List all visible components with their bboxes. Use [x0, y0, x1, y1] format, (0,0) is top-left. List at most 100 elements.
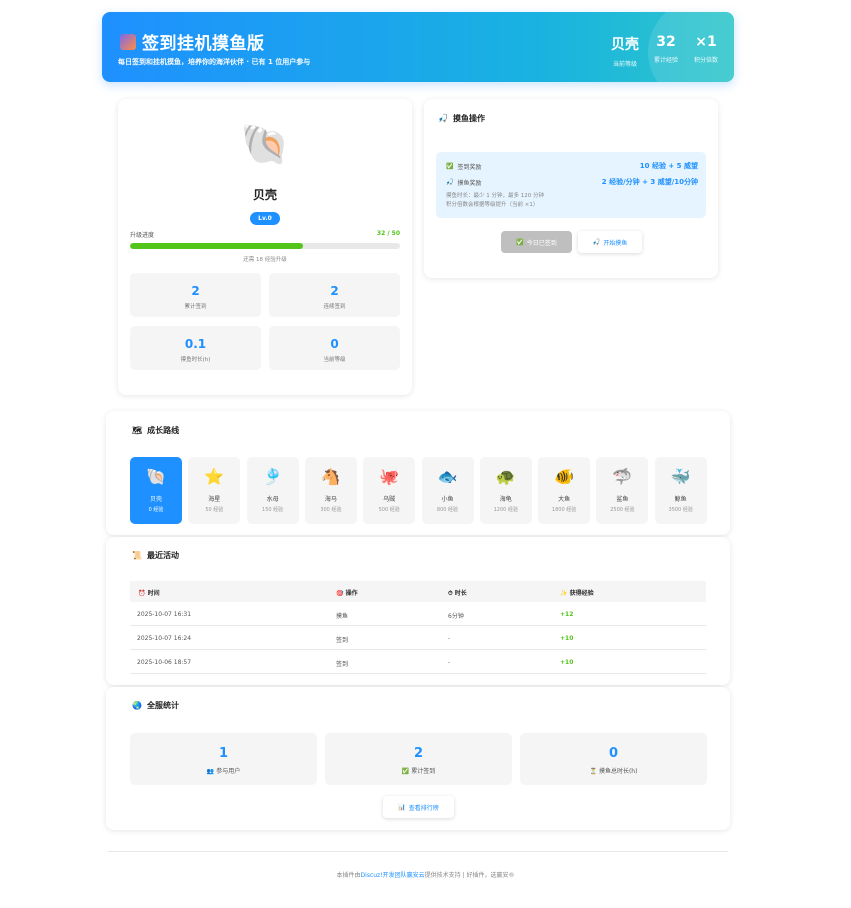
stat-fishing-hours: 0.1 摸鱼时长(h) — [130, 326, 261, 370]
col-xp-gain: ✨ 获得经验 — [560, 590, 594, 597]
activity-title: 📜 最近活动 — [132, 551, 179, 560]
footer-link-yinganyun[interactable]: 赢安云 — [407, 872, 425, 879]
growth-stage-name: 水母 — [266, 496, 279, 503]
fishing-card: 🎣 摸鱼操作 ✅ 签到奖励 10 经验 + 5 威望 🎣 摸鱼奖励 2 经验/分钟 … — [424, 99, 718, 278]
footer-link-discuz[interactable]: Discuz!开发团队 — [361, 872, 407, 879]
growth-stage-icon: 🎐 — [262, 467, 283, 486]
growth-stage-name: 鲨鱼 — [616, 496, 629, 503]
growth-title: 🗺 成长路线 — [132, 426, 180, 435]
growth-stage-icon: 🐳 — [670, 467, 691, 486]
growth-stage-name: 贝壳 — [149, 496, 162, 503]
check-icon: ✅ — [446, 162, 454, 170]
growth-stage-item: 🐠 大鱼 1800 经验 — [538, 457, 591, 524]
progress-value: 32 / 50 — [376, 230, 400, 237]
growth-stage-item: 🐚 贝壳 0 经验 — [130, 457, 182, 524]
growth-stage-name: 小鱼 — [441, 496, 454, 503]
map-icon: 🗺 — [132, 426, 143, 435]
growth-stage-item: 🐟 小鱼 800 经验 — [421, 457, 474, 524]
col-time: ⏰ 时间 — [138, 590, 160, 597]
growth-stage-name: 乌贼 — [383, 496, 396, 503]
growth-stage-icon: 🐢 — [495, 467, 516, 486]
growth-stage-xp: 1200 经验 — [493, 507, 518, 513]
growth-stage-xp: 50 经验 — [205, 507, 224, 513]
table-row: 2025-10-06 18:57 签到 - +10 — [130, 651, 706, 674]
growth-stage-item: 🐳 鲸鱼 3500 经验 — [654, 457, 707, 524]
table-header: ⏰ 时间 🎯 操作 ⏱ 时长 ✨ 获得经验 — [130, 581, 706, 602]
growth-stage-icon: 🦈 — [612, 467, 633, 486]
growth-stage-xp: 2500 经验 — [610, 507, 635, 513]
growth-stage-xp: 1800 经验 — [551, 507, 577, 513]
col-action: 🎯 操作 — [336, 590, 358, 597]
server-stat-users: 1 👥 参与用户 — [130, 733, 317, 785]
start-fishing-button[interactable]: 🎣 开始摸鱼 — [578, 231, 642, 253]
col-duration: ⏱ 时长 — [448, 590, 467, 597]
chart-icon: 📊 — [398, 803, 406, 811]
page-header: 签到挂机摸鱼版 每日签到和挂机摸鱼，培养你的海洋伙伴 · 已有 1 位用户参与 … — [102, 12, 734, 82]
footer: 本插件由Discuz!开发团队赢安云提供技术支持 | 好插件，选赢安® — [336, 872, 515, 879]
growth-card: 🗺 成长路线 🐚 贝壳 0 经验 ⭐ 海星 50 经验 🎐 水母 150 经验 🐴 海马 300 经验… — [106, 411, 730, 535]
page-subtitle: 每日签到和挂机摸鱼，培养你的海洋伙伴 · 已有 1 位用户参与 — [118, 58, 311, 66]
fishing-rod-icon: 🎣 — [592, 238, 601, 246]
growth-stage-xp: 0 经验 — [148, 507, 164, 513]
growth-stage-icon: 🐠 — [554, 467, 575, 486]
table-row: 2025-10-07 16:24 签到 - +10 — [130, 627, 706, 650]
progress-bar-fill — [130, 243, 303, 249]
scroll-icon: 📜 — [132, 551, 142, 560]
globe-icon: 🌏 — [132, 701, 142, 710]
check-icon: ✅ — [516, 238, 524, 246]
multiplier-note: 积分倍数会根据等级提升（当前 ×1） — [446, 202, 539, 208]
header-stat-multiplier: ×1 积分倍数 — [693, 34, 718, 64]
growth-stage-item: 🎐 水母 150 经验 — [246, 457, 299, 524]
growth-stage-name: 海星 — [208, 496, 221, 503]
fishing-title: 🎣 摸鱼操作 — [438, 114, 485, 123]
users-icon: 👥 — [206, 768, 215, 775]
table-row: 2025-10-07 16:31 摸鱼 6分钟 +12 — [130, 603, 706, 626]
activity-table: ⏰ 时间 🎯 操作 ⏱ 时长 ✨ 获得经验 2025-10-07 16:31 摸… — [130, 581, 706, 681]
growth-stage-item: ⭐ 海星 50 经验 — [188, 457, 241, 524]
growth-stage-icon: 🐟 — [437, 467, 458, 486]
fishing-rod-icon: 🎣 — [446, 178, 454, 186]
progress-label: 升级进度 — [130, 232, 155, 239]
header-stat-xp: 32 累计经验 — [653, 34, 678, 64]
stat-streak-checkins: 2 连续签到 — [269, 273, 400, 317]
leaderboard-button[interactable]: 📊 查看排行榜 — [383, 796, 454, 818]
growth-stage-xp: 150 经验 — [262, 507, 284, 513]
pet-name: 贝壳 — [252, 188, 277, 202]
growth-stage-item: 🐙 乌贼 500 经验 — [363, 457, 416, 524]
server-stats-title: 🌏 全服统计 — [132, 701, 179, 710]
level-badge: Lv.0 — [250, 212, 280, 225]
growth-stage-xp: 800 经验 — [436, 507, 459, 513]
growth-stage-icon: 🐴 — [320, 467, 341, 486]
growth-stage-icon: ⭐ — [204, 467, 225, 486]
server-stat-checkins: 2 ✅ 累计签到 — [325, 733, 512, 785]
page-title: 签到挂机摸鱼版 — [142, 34, 265, 54]
growth-stage-icon: 🐙 — [379, 467, 400, 486]
growth-stage-item: 🐴 海马 300 经验 — [304, 457, 357, 524]
fishing-reward-row: 🎣 摸鱼奖励 2 经验/分钟 + 3 威望/10分钟 — [446, 178, 698, 187]
server-stats-card: 🌏 全服统计 1 👥 参与用户 2 ✅ 累计签到 0 ⏳ 摸鱼总时长(h) 📊 … — [106, 687, 730, 830]
fishing-rod-icon: 🎣 — [438, 114, 448, 123]
activity-card: 📜 最近活动 ⏰ 时间 🎯 操作 ⏱ 时长 ✨ 获得经验 2025-10-07 … — [106, 537, 730, 685]
server-stat-fishing-hours: 0 ⏳ 摸鱼总时长(h) — [520, 733, 707, 785]
growth-stage-name: 海马 — [324, 496, 337, 503]
growth-stage-item: 🦈 鲨鱼 2500 经验 — [596, 457, 649, 524]
growth-stage-name: 海龟 — [499, 496, 512, 503]
growth-stage-item: 🐢 海龟 1200 经验 — [479, 457, 532, 524]
app-logo-icon — [120, 33, 136, 50]
growth-stage-name: 鲸鱼 — [674, 496, 687, 503]
footer-divider — [108, 851, 728, 852]
shell-pet-icon: 🐚 — [240, 122, 290, 168]
profile-card: 🐚 贝壳 Lv.0 升级进度 32 / 50 还需 18 经验升级 2 累计签到… — [118, 99, 412, 395]
stat-current-level: 0 当前等级 — [269, 326, 400, 370]
reward-info: ✅ 签到奖励 10 经验 + 5 威望 🎣 摸鱼奖励 2 经验/分钟 + 3 威望/… — [436, 152, 706, 218]
duration-note: 摸鱼时长：最少 1 分钟，最多 120 分钟 — [446, 193, 544, 199]
growth-stage-xp: 3500 经验 — [668, 507, 693, 513]
stat-total-checkins: 2 累计签到 — [130, 273, 261, 317]
header-stat-level: 贝壳 当前等级 — [611, 37, 639, 68]
growth-stage-xp: 500 经验 — [378, 507, 400, 513]
check-icon: ✅ — [401, 768, 410, 775]
growth-stage-xp: 300 经验 — [320, 507, 342, 513]
hourglass-icon: ⏳ — [589, 768, 598, 775]
progress-bar — [130, 243, 400, 249]
checkin-done-button[interactable]: ✅ 今日已签到 — [501, 231, 572, 253]
